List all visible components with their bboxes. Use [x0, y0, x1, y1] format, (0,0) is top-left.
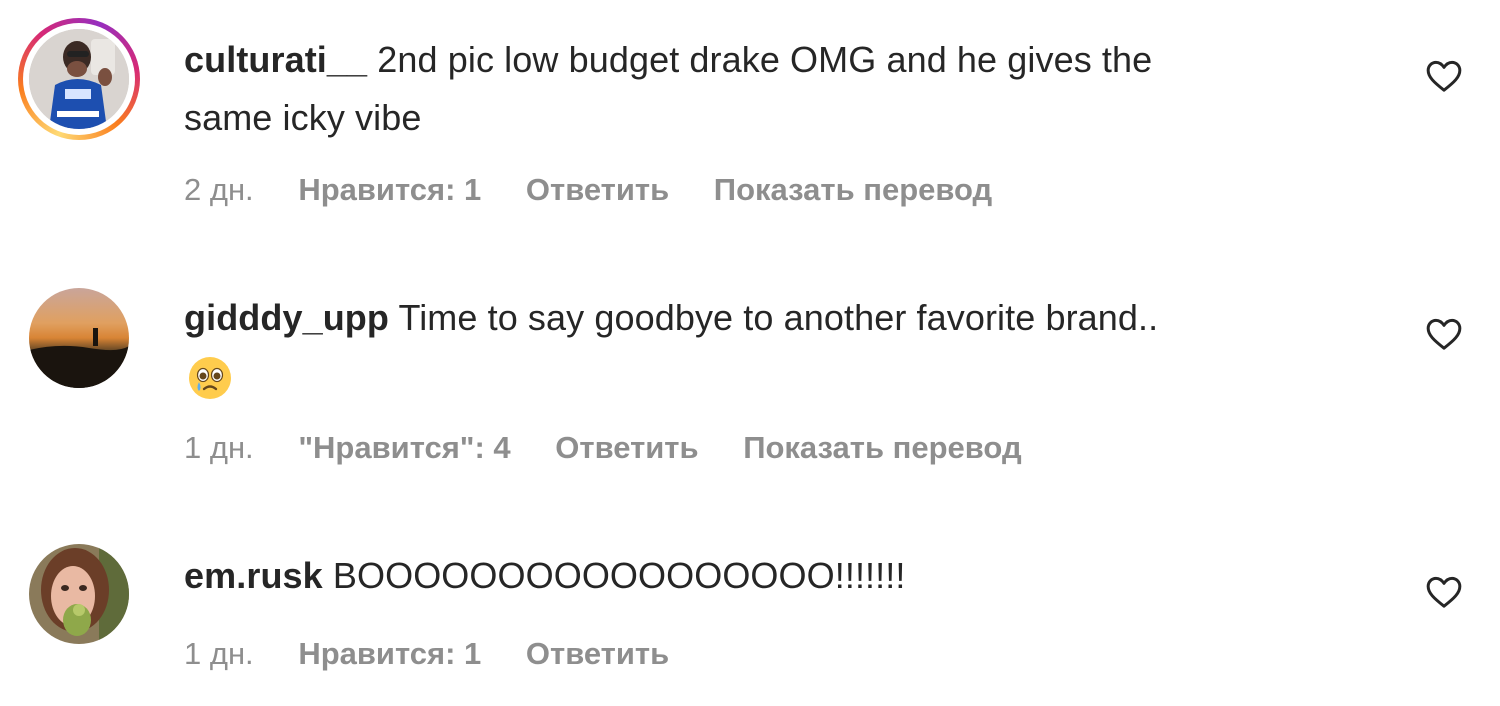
avatar-image — [29, 288, 129, 388]
comment-text: BOOOOOOOOOOOOOOOOO!!!!!!! — [332, 555, 906, 596]
story-ring[interactable] — [18, 18, 140, 140]
comment-time[interactable]: 2 дн. — [184, 172, 254, 207]
comment-meta: 2 дн. Нравится: 1 Ответить Показать пере… — [184, 172, 1028, 208]
reply-button[interactable]: Ответить — [555, 430, 698, 465]
comment-item: em.rusk BOOOOOOOOOOOOOOOOO!!!!!!! 1 дн. … — [0, 500, 1500, 706]
comment-item: gidddy_upp Time to say goodbye to anothe… — [0, 240, 1500, 500]
reply-button[interactable]: Ответить — [526, 636, 669, 671]
show-translation-button[interactable]: Показать перевод — [714, 172, 992, 207]
crying-face-emoji — [189, 357, 231, 400]
comment-text-line2: same icky vibe — [184, 97, 422, 138]
show-translation-button[interactable]: Показать перевод — [743, 430, 1021, 465]
comment-likes[interactable]: Нравится: 1 — [298, 172, 481, 207]
heart-outline-icon[interactable] — [1424, 56, 1464, 96]
comment-item: culturati__ 2nd pic low budget drake OMG… — [0, 0, 1500, 240]
comment-time[interactable]: 1 дн. — [184, 636, 254, 671]
comment-username[interactable]: em.rusk — [184, 555, 323, 596]
avatar[interactable] — [29, 29, 129, 129]
comment-meta: 1 дн. Нравится: 1 Ответить — [184, 636, 705, 672]
comment-text: Time to say goodbye to another favorite … — [398, 297, 1159, 338]
avatar-image — [29, 29, 129, 129]
avatar[interactable] — [29, 288, 129, 388]
heart-outline-icon[interactable] — [1424, 572, 1464, 612]
comment-time[interactable]: 1 дн. — [184, 430, 254, 465]
comment-likes[interactable]: Нравится: 1 — [298, 636, 481, 671]
comment-likes[interactable]: "Нравится": 4 — [298, 430, 510, 465]
avatar-image — [29, 544, 129, 644]
comment-username[interactable]: culturati__ — [184, 39, 367, 80]
avatar[interactable] — [29, 544, 129, 644]
comment-username[interactable]: gidddy_upp — [184, 297, 389, 338]
heart-outline-icon[interactable] — [1424, 314, 1464, 354]
comment-text: 2nd pic low budget drake OMG and he give… — [377, 39, 1153, 80]
reply-button[interactable]: Ответить — [526, 172, 669, 207]
comment-meta: 1 дн. "Нравится": 4 Ответить Показать пе… — [184, 430, 1058, 466]
